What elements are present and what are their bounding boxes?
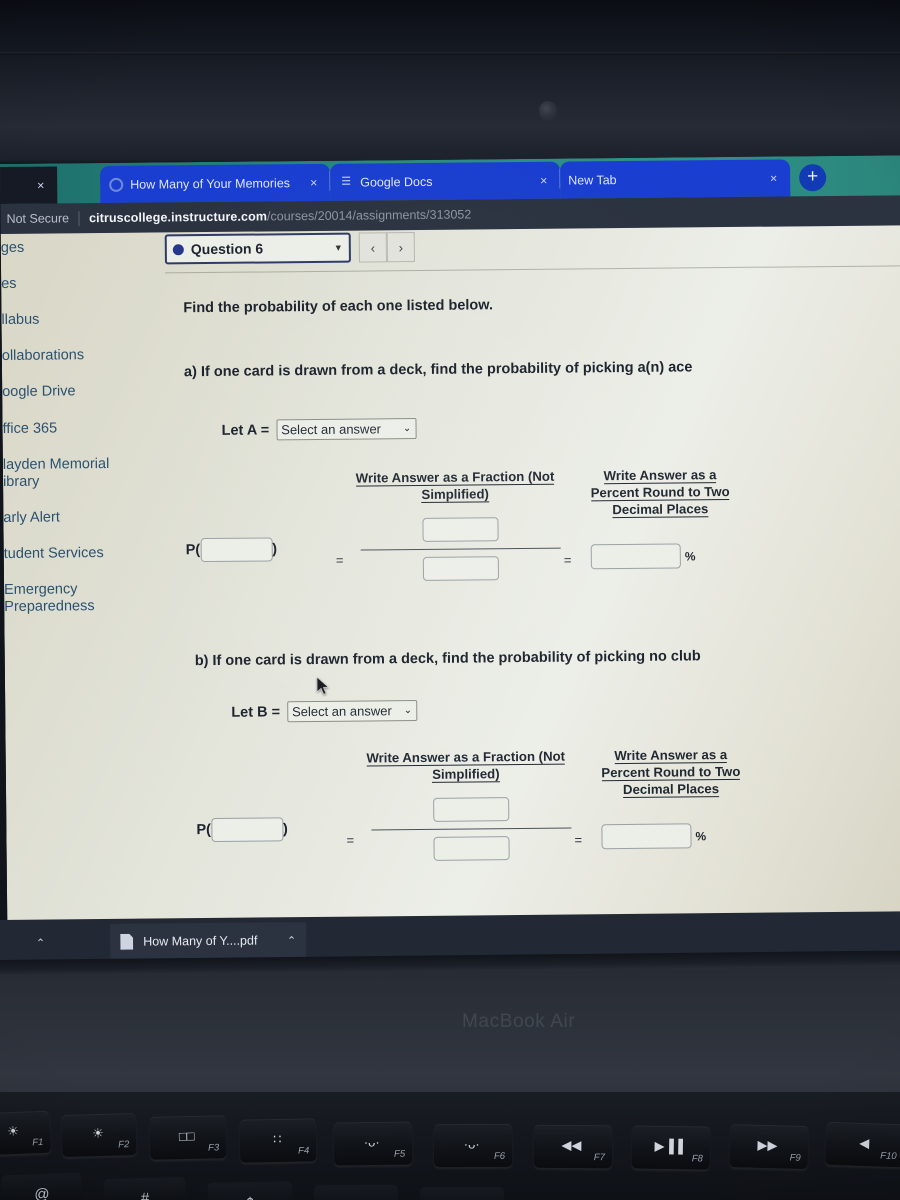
part-a-denominator-input[interactable] [422,556,500,582]
previous-question-button[interactable]: ‹ [358,232,387,263]
tab-title: How Many of Your Memories [130,175,291,192]
tab-title: ) [0,178,32,193]
part-a-percent-header: Write Answer as a Percent Round to Two D… [590,467,730,518]
part-b-percent-input[interactable] [601,823,692,850]
url-host: citruscollege.instructure.com [88,209,268,226]
part-a-percent-group: % [590,543,696,570]
percent-sign-label: % [695,828,707,843]
tab-close-icon[interactable]: × [765,171,782,185]
part-a-percent-input[interactable] [590,543,681,570]
part-a-fraction [360,517,561,582]
part-b-fraction [371,797,572,862]
macbook-air-label: MacBook Air [462,1011,576,1032]
security-status-label[interactable]: Not Secure [2,211,78,226]
part-a-let-label: Let A = [221,421,270,439]
part-b-fraction-header: Write Answer as a Fraction (Not Simplifi… [366,748,566,783]
part-b-percent-header: Write Answer as a Percent Round to Two D… [601,747,741,798]
question-lead-text: Find the probability of each one listed … [183,297,494,317]
part-b-percent-group: % [601,823,707,850]
part-b-let-row: Let B = Select an answer ⌄ [231,700,418,723]
question-selector-dropdown[interactable]: Question 6 ▼ [164,232,351,265]
part-b-equals-2: = [574,832,583,848]
tab-divider [559,168,561,189]
browser-tab-0[interactable]: ) × [0,166,58,205]
part-a-equals-1: = [335,552,344,568]
laptop-screen: ) × How Many of Your Memories × ☰ Google… [0,155,900,964]
tab-close-icon[interactable]: × [305,175,322,189]
web-page: ges es llabus ollaborations oogle Drive … [0,225,900,964]
chevron-up-icon[interactable]: ⌃ [24,936,45,949]
chevron-down-icon: ▼ [333,242,343,253]
blank-key-2[interactable] [419,1186,505,1200]
select-value: Select an answer [291,703,392,720]
percent-sign-label: % [684,548,696,563]
next-question-button[interactable]: › [386,232,415,263]
chevron-up-icon[interactable]: ⌃ [275,934,296,947]
part-b-answer-block: Write Answer as a Fraction (Not Simplifi… [196,747,757,892]
p-close-paren: ) [272,541,278,558]
browser-tab-3[interactable]: New Tab × [560,159,791,199]
part-a-let-row: Let A = Select an answer ⌄ [221,418,417,441]
tab-close-icon[interactable]: × [535,173,552,187]
part-a-event-select[interactable]: Select an answer ⌄ [276,418,417,441]
laptop-top-bezel [0,0,900,166]
download-item-0[interactable]: any of Y....pdf ⌃ [0,924,56,963]
chevron-down-icon: ⌄ [403,705,413,717]
download-filename: How Many of Y....pdf [143,933,258,949]
fraction-bar [360,547,561,551]
part-b-denominator-input[interactable] [433,836,510,862]
part-b-numerator-input[interactable] [433,797,510,822]
part-a-prompt: a) If one card is drawn from a deck, fin… [183,359,693,381]
laptop-keyboard: ☀ F1 ☀ F2 □□ F3 ∷ F4 ·ᴗ· F5 ·ᴗ· F6 ◀◀ F7… [0,1092,900,1200]
p-open-paren: P( [196,822,211,839]
url-path: /courses/20014/assignments/313052 [266,207,472,224]
bezel-seam [0,52,900,55]
chevron-down-icon: ⌄ [402,423,412,435]
pdf-file-icon [120,934,133,950]
tab-title: Google Docs [360,174,433,190]
question-nav-buttons: ‹ › [358,232,415,263]
cent-key[interactable]: ¢ [207,1181,293,1200]
question-header: Question 6 ▼ ‹ › [164,225,900,268]
blank-key-1[interactable] [313,1184,399,1200]
number-key-row: @ # ¢ [0,1092,900,1200]
part-a-answer-block: Write Answer as a Fraction (Not Simplifi… [185,467,746,612]
fraction-bar [371,827,572,831]
part-b-probability-expression: P( ) [196,817,288,843]
screenshot-root: ) × How Many of Your Memories × ☰ Google… [0,0,900,1200]
tab-divider [329,170,331,191]
part-b-equals-1: = [346,832,355,848]
part-a-equals-2: = [563,552,572,568]
part-a-fraction-header: Write Answer as a Fraction (Not Simplifi… [355,468,555,503]
browser-tab-1[interactable]: How Many of Your Memories × [100,163,331,204]
part-b-let-label: Let B = [231,703,281,721]
question-status-dot-icon [172,243,184,255]
browser-tab-2[interactable]: ☰ Google Docs × [330,161,561,201]
globe-icon [108,177,123,192]
part-a-probability-expression: P( ) [185,537,278,563]
p-open-paren: P( [185,542,201,559]
part-b-event-input[interactable] [210,817,284,843]
omnibox-divider [77,210,80,226]
part-a-numerator-input[interactable] [422,517,499,542]
tab-close-icon[interactable]: × [32,178,49,192]
tab-title: New Tab [568,172,617,188]
part-b-event-select[interactable]: Select an answer ⌄ [286,700,418,723]
at-key[interactable]: @ [1,1172,83,1200]
sidebar-item-pages[interactable]: ges [1,239,113,257]
new-tab-button[interactable]: + [799,164,827,192]
hash-key[interactable]: # [103,1177,187,1200]
question-selector-label: Question 6 [190,240,264,258]
part-a-event-input[interactable] [200,537,273,563]
webcam-icon [539,101,557,121]
select-value: Select an answer [281,421,382,438]
download-item-1[interactable]: How Many of Y....pdf ⌃ [110,922,307,960]
question-body: Find the probability of each one listed … [1,269,900,964]
p-close-paren: ) [282,821,288,838]
google-docs-icon: ☰ [341,175,351,188]
part-b-prompt: b) If one card is drawn from a deck, fin… [194,648,701,670]
